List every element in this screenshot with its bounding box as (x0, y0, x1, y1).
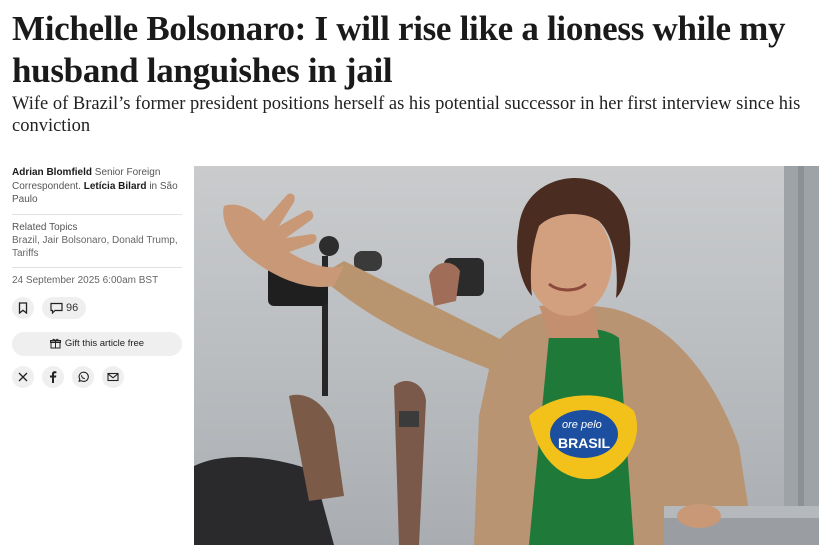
byline: Adrian Blomfield Senior Foreign Correspo… (12, 166, 182, 207)
bookmark-icon (18, 301, 28, 314)
share-buttons (12, 365, 182, 388)
tshirt-text-2: BRASIL (558, 435, 611, 451)
comment-count: 96 (66, 301, 79, 314)
speech-bubble-icon (50, 302, 63, 314)
standfirst: Wife of Brazil’s former president positi… (12, 94, 801, 136)
facebook-icon (50, 370, 57, 383)
share-facebook-button[interactable] (42, 365, 64, 388)
email-icon (107, 372, 119, 381)
article-actions: 96 (12, 296, 182, 319)
share-whatsapp-button[interactable] (72, 365, 94, 388)
bookmark-button[interactable] (12, 296, 34, 319)
article-meta-sidebar: Adrian Blomfield Senior Foreign Correspo… (12, 166, 182, 388)
hero-photo-illustration: ore pelo BRASIL (194, 166, 819, 545)
publish-date: 24 September 2025 6:00am BST (12, 274, 159, 286)
tshirt-text-1: ore pelo (562, 419, 602, 431)
article-hero-photo: ore pelo BRASIL (194, 166, 819, 545)
related-topics-label: Related Topics (12, 221, 78, 233)
whatsapp-icon (78, 371, 89, 382)
author-name-2[interactable]: Letícia Bilard (84, 181, 147, 192)
gift-article-button[interactable]: Gift this article free (12, 331, 182, 356)
share-email-button[interactable] (102, 365, 124, 388)
gift-label: Gift this article free (64, 338, 145, 349)
related-topics-list[interactable]: Brazil, Jair Bolsonaro, Donald Trump, Ta… (12, 234, 182, 260)
x-icon (18, 372, 28, 381)
divider (12, 213, 182, 215)
gift-icon (49, 338, 61, 349)
comments-button[interactable]: 96 (42, 296, 87, 319)
divider (12, 266, 182, 268)
share-x-button[interactable] (12, 365, 34, 388)
author-name-1[interactable]: Adrian Blomfield (12, 167, 92, 178)
headline: Michelle Bolsonaro: I will rise like a l… (12, 9, 786, 90)
